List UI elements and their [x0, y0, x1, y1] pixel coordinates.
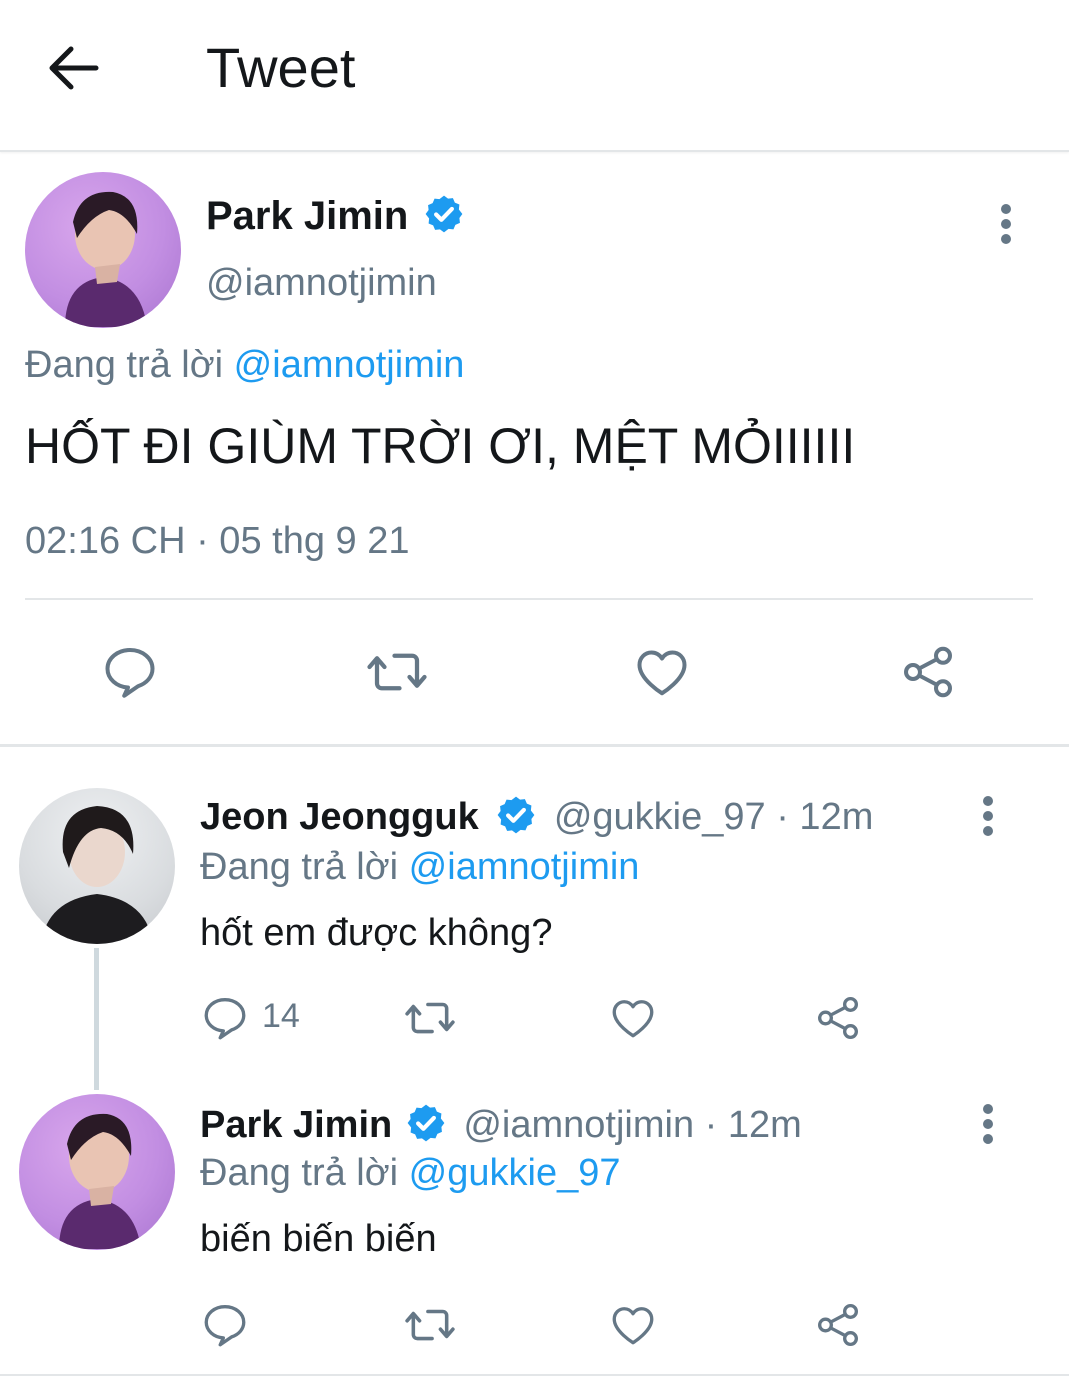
retweet-button[interactable]: [364, 642, 430, 702]
share-icon: [818, 996, 858, 1040]
author-name[interactable]: Park Jimin: [200, 1104, 392, 1146]
tweet-text: biến biến biến: [200, 1218, 437, 1260]
reply-header: Park Jimin @iamnotjimin · 12m: [200, 1102, 802, 1148]
tweet-text: HỐT ĐI GIÙM TRỜI ƠI, MỆT MỎIIIIII: [25, 418, 856, 474]
replying-prefix: Đang trả lời: [200, 846, 399, 888]
like-icon: [637, 650, 687, 696]
back-button[interactable]: [44, 38, 104, 98]
avatar[interactable]: [25, 172, 181, 328]
like-button[interactable]: [608, 1300, 658, 1350]
replying-to-link[interactable]: @gukkie_97: [409, 1152, 621, 1194]
replying-to-link[interactable]: @iamnotjimin: [234, 344, 465, 386]
reply-tweet: Park Jimin @iamnotjimin · 12m Đang trả l…: [0, 1080, 1069, 1370]
like-button[interactable]: [608, 993, 658, 1043]
replying-to-line: Đang trả lời @gukkie_97: [200, 1150, 621, 1196]
like-button[interactable]: [632, 642, 692, 702]
share-button[interactable]: [813, 1300, 863, 1350]
verified-badge-icon: [407, 1104, 445, 1142]
handle-and-time: @gukkie_97 · 12m: [553, 796, 874, 838]
verified-badge-icon: [426, 196, 463, 233]
like-icon: [612, 1307, 654, 1345]
replying-to-line: Đang trả lời @iamnotjimin: [25, 342, 464, 388]
divider: [0, 1374, 1069, 1376]
thread-line: [94, 948, 99, 1090]
section-divider: [0, 744, 1069, 747]
reply-header: Jeon Jeongguk @gukkie_97 · 12m: [200, 794, 873, 840]
reply-icon: [105, 648, 155, 698]
tweet-text: hốt em được không?: [200, 912, 553, 954]
replying-to-link[interactable]: @iamnotjimin: [409, 846, 640, 888]
reply-tweet: Jeon Jeongguk @gukkie_97 · 12m Đang trả …: [0, 748, 1069, 1090]
share-button[interactable]: [813, 993, 863, 1043]
reply-button[interactable]: [200, 1300, 250, 1350]
like-icon: [612, 1000, 654, 1038]
retweet-icon: [405, 1309, 455, 1341]
tweet-timestamp: 02:16 CH · 05 thg 9 21: [25, 520, 410, 562]
top-app-bar: Tweet: [0, 0, 1069, 152]
retweet-icon: [367, 653, 427, 691]
page-title: Tweet: [206, 36, 356, 99]
replying-prefix: Đang trả lời: [200, 1152, 399, 1194]
more-options-button[interactable]: [968, 1094, 1008, 1154]
back-arrow-icon: [49, 46, 99, 90]
avatar[interactable]: [19, 1094, 175, 1250]
retweet-icon: [405, 1002, 455, 1034]
more-options-button[interactable]: [968, 786, 1008, 846]
author-name[interactable]: Jeon Jeongguk: [200, 796, 479, 838]
reply-button[interactable]: [100, 642, 160, 702]
reply-icon: [204, 998, 246, 1040]
main-tweet: Park Jimin @iamnotjimin Đang trả lời @ia…: [0, 152, 1069, 744]
divider: [25, 598, 1033, 600]
share-icon: [818, 1303, 858, 1347]
reply-count: 14: [262, 997, 300, 1035]
retweet-button[interactable]: [402, 1300, 458, 1350]
share-button[interactable]: [898, 642, 958, 702]
replying-to-line: Đang trả lời @iamnotjimin: [200, 844, 639, 890]
share-icon: [904, 646, 952, 698]
avatar[interactable]: [19, 788, 175, 944]
author-handle[interactable]: @iamnotjimin: [206, 260, 437, 306]
author-name[interactable]: Park Jimin: [206, 194, 408, 238]
retweet-button[interactable]: [402, 993, 458, 1043]
handle-and-time: @iamnotjimin · 12m: [463, 1104, 802, 1146]
reply-button[interactable]: 14: [200, 993, 320, 1043]
replying-prefix: Đang trả lời: [25, 344, 224, 386]
verified-badge-icon: [497, 796, 535, 834]
reply-icon: [204, 1305, 246, 1347]
more-options-button[interactable]: [986, 194, 1026, 254]
